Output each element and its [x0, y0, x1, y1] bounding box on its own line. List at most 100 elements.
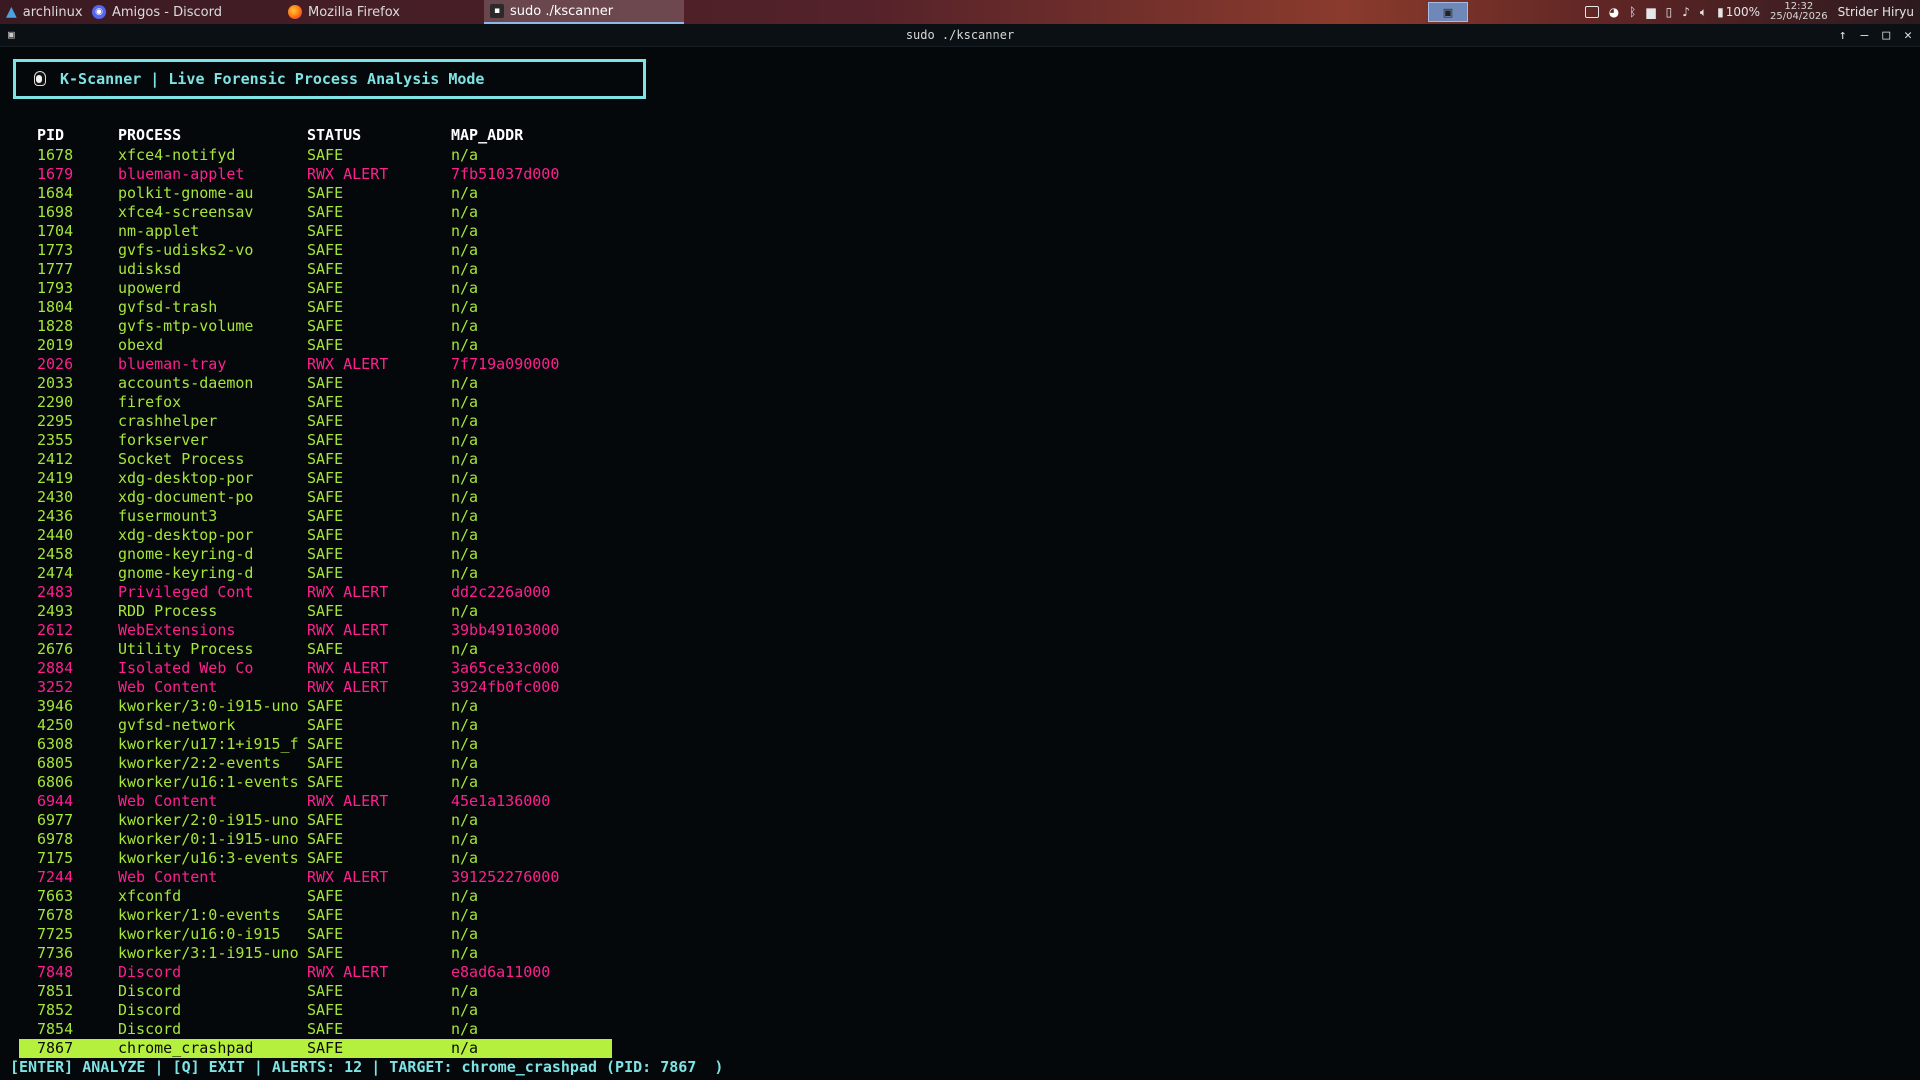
- process-row[interactable]: 2436 fusermount3 SAFE n/a: [0, 507, 1920, 526]
- process-row[interactable]: 7244 Web Content RWX ALERT 391252276000: [0, 868, 1920, 887]
- row-map-addr: 45e1a136000: [451, 792, 551, 810]
- process-row[interactable]: 7854 Discord SAFE n/a: [0, 1020, 1920, 1039]
- process-row[interactable]: 2290 firefox SAFE n/a: [0, 393, 1920, 412]
- process-row[interactable]: 6806 kworker/u16:1-events SAFE n/a: [0, 773, 1920, 792]
- taskbar-item-kscanner[interactable]: ▪ sudo ./kscanner: [484, 0, 684, 24]
- row-process: xfce4-notifyd: [118, 146, 236, 164]
- workspace-pager[interactable]: ▣: [1428, 2, 1468, 22]
- process-row[interactable]: 2440 xdg-desktop-por SAFE n/a: [0, 526, 1920, 545]
- process-row[interactable]: 7725 kworker/u16:0-i915 SAFE n/a: [0, 925, 1920, 944]
- battery-indicator[interactable]: ▮ 100%: [1717, 5, 1760, 19]
- process-row[interactable]: 1684 polkit-gnome-au SAFE n/a: [0, 184, 1920, 203]
- process-row[interactable]: 1777 udisksd SAFE n/a: [0, 260, 1920, 279]
- row-status: SAFE: [307, 545, 344, 563]
- row-status: SAFE: [307, 526, 344, 544]
- process-row[interactable]: 6978 kworker/0:1-i915-uno SAFE n/a: [0, 830, 1920, 849]
- process-row[interactable]: 2493 RDD Process SAFE n/a: [0, 602, 1920, 621]
- process-row[interactable]: 7851 Discord SAFE n/a: [0, 982, 1920, 1001]
- row-pid: 7852: [37, 1001, 74, 1019]
- process-row-selected[interactable]: 7867 chrome_crashpad SAFE n/a: [0, 1039, 1920, 1058]
- trash-icon[interactable]: ▯: [1666, 5, 1673, 19]
- process-row[interactable]: 1793 upowerd SAFE n/a: [0, 279, 1920, 298]
- row-map-addr: n/a: [451, 944, 479, 962]
- row-map-addr: n/a: [451, 317, 479, 335]
- row-pid: 2295: [37, 412, 74, 430]
- notification-bell-icon[interactable]: ♪: [1682, 5, 1690, 19]
- folder-icon[interactable]: ▆: [1646, 5, 1655, 19]
- row-status: SAFE: [307, 697, 344, 715]
- row-process: nm-applet: [118, 222, 200, 240]
- row-status: SAFE: [307, 1039, 344, 1057]
- row-status: RWX ALERT: [307, 621, 389, 639]
- close-button[interactable]: ✕: [1904, 28, 1912, 43]
- process-row[interactable]: 2458 gnome-keyring-d SAFE n/a: [0, 545, 1920, 564]
- row-pid: 2458: [37, 545, 74, 563]
- process-row[interactable]: 6805 kworker/2:2-events SAFE n/a: [0, 754, 1920, 773]
- process-row[interactable]: 1828 gvfs-mtp-volume SAFE n/a: [0, 317, 1920, 336]
- process-row[interactable]: 2676 Utility Process SAFE n/a: [0, 640, 1920, 659]
- process-row[interactable]: 2612 WebExtensions RWX ALERT 39bb49103000: [0, 621, 1920, 640]
- process-row[interactable]: 1679 blueman-applet RWX ALERT 7fb51037d000: [0, 165, 1920, 184]
- row-status: SAFE: [307, 887, 344, 905]
- clock[interactable]: 12:32 25/04/2026: [1770, 2, 1828, 22]
- process-row[interactable]: 7736 kworker/3:1-i915-uno SAFE n/a: [0, 944, 1920, 963]
- process-row[interactable]: 1678 xfce4-notifyd SAFE n/a: [0, 146, 1920, 165]
- process-row[interactable]: 3252 Web Content RWX ALERT 3924fb0fc000: [0, 678, 1920, 697]
- process-row[interactable]: 2419 xdg-desktop-por SAFE n/a: [0, 469, 1920, 488]
- row-map-addr: n/a: [451, 773, 479, 791]
- process-row[interactable]: 2355 forkserver SAFE n/a: [0, 431, 1920, 450]
- process-row[interactable]: 4250 gvfsd-network SAFE n/a: [0, 716, 1920, 735]
- process-row[interactable]: 2026 blueman-tray RWX ALERT 7f719a090000: [0, 355, 1920, 374]
- process-row[interactable]: 1773 gvfs-udisks2-vo SAFE n/a: [0, 241, 1920, 260]
- taskbar-item-discord[interactable]: ◉ Amigos - Discord: [86, 0, 276, 24]
- row-status: SAFE: [307, 184, 344, 202]
- process-row[interactable]: 7848 Discord RWX ALERT e8ad6a11000: [0, 963, 1920, 982]
- user-name[interactable]: Strider Hiryu: [1838, 5, 1914, 19]
- maximize-button[interactable]: □: [1882, 28, 1890, 43]
- process-row[interactable]: 3946 kworker/3:0-i915-uno SAFE n/a: [0, 697, 1920, 716]
- taskbar-item-archlinux[interactable]: ▲ archlinux ⋮: [0, 0, 104, 24]
- bluetooth-icon[interactable]: ᛒ: [1629, 5, 1636, 19]
- row-status: SAFE: [307, 735, 344, 753]
- show-desktop-icon[interactable]: [1584, 6, 1599, 18]
- terminal-area[interactable]: K-Scanner | Live Forensic Process Analys…: [0, 47, 1920, 1080]
- process-row[interactable]: 2430 xdg-document-po SAFE n/a: [0, 488, 1920, 507]
- process-row[interactable]: 2295 crashhelper SAFE n/a: [0, 412, 1920, 431]
- process-row[interactable]: 2474 gnome-keyring-d SAFE n/a: [0, 564, 1920, 583]
- process-row[interactable]: 2019 obexd SAFE n/a: [0, 336, 1920, 355]
- process-row[interactable]: 6944 Web Content RWX ALERT 45e1a136000: [0, 792, 1920, 811]
- process-row[interactable]: 6308 kworker/u17:1+i915_f SAFE n/a: [0, 735, 1920, 754]
- row-map-addr: n/a: [451, 279, 479, 297]
- process-row[interactable]: 2483 Privileged Cont RWX ALERT dd2c226a000: [0, 583, 1920, 602]
- process-row[interactable]: 7175 kworker/u16:3-events SAFE n/a: [0, 849, 1920, 868]
- keep-above-button[interactable]: ↑: [1839, 28, 1847, 43]
- row-status: SAFE: [307, 469, 344, 487]
- window-titlebar[interactable]: ▣ sudo ./kscanner ↑ – □ ✕: [0, 24, 1920, 47]
- process-row[interactable]: 1704 nm-applet SAFE n/a: [0, 222, 1920, 241]
- arch-linux-icon: ▲: [6, 4, 17, 20]
- row-map-addr: n/a: [451, 146, 479, 164]
- tux-penguin-icon: [32, 71, 46, 87]
- process-row[interactable]: 1804 gvfsd-trash SAFE n/a: [0, 298, 1920, 317]
- minimize-button[interactable]: –: [1861, 28, 1869, 43]
- discord-tray-icon[interactable]: ◕: [1609, 5, 1619, 19]
- process-row[interactable]: 2033 accounts-daemon SAFE n/a: [0, 374, 1920, 393]
- volume-icon[interactable]: 🔈︎: [1700, 5, 1707, 20]
- process-row[interactable]: 7678 kworker/1:0-events SAFE n/a: [0, 906, 1920, 925]
- row-process: accounts-daemon: [118, 374, 254, 392]
- terminal-icon: ▪: [490, 4, 504, 18]
- process-row[interactable]: 2412 Socket Process SAFE n/a: [0, 450, 1920, 469]
- process-row[interactable]: 7852 Discord SAFE n/a: [0, 1001, 1920, 1020]
- process-row[interactable]: 2884 Isolated Web Co RWX ALERT 3a65ce33c000: [0, 659, 1920, 678]
- process-row[interactable]: 6977 kworker/2:0-i915-uno SAFE n/a: [0, 811, 1920, 830]
- row-process: xfce4-screensav: [118, 203, 254, 221]
- taskbar-item-firefox[interactable]: Mozilla Firefox: [282, 0, 480, 24]
- row-pid: 7244: [37, 868, 74, 886]
- row-process: kworker/u16:3-events: [118, 849, 299, 867]
- row-status: SAFE: [307, 260, 344, 278]
- row-status: SAFE: [307, 431, 344, 449]
- process-row[interactable]: 7663 xfconfd SAFE n/a: [0, 887, 1920, 906]
- row-status: SAFE: [307, 925, 344, 943]
- process-row[interactable]: 1698 xfce4-screensav SAFE n/a: [0, 203, 1920, 222]
- row-pid: 2033: [37, 374, 74, 392]
